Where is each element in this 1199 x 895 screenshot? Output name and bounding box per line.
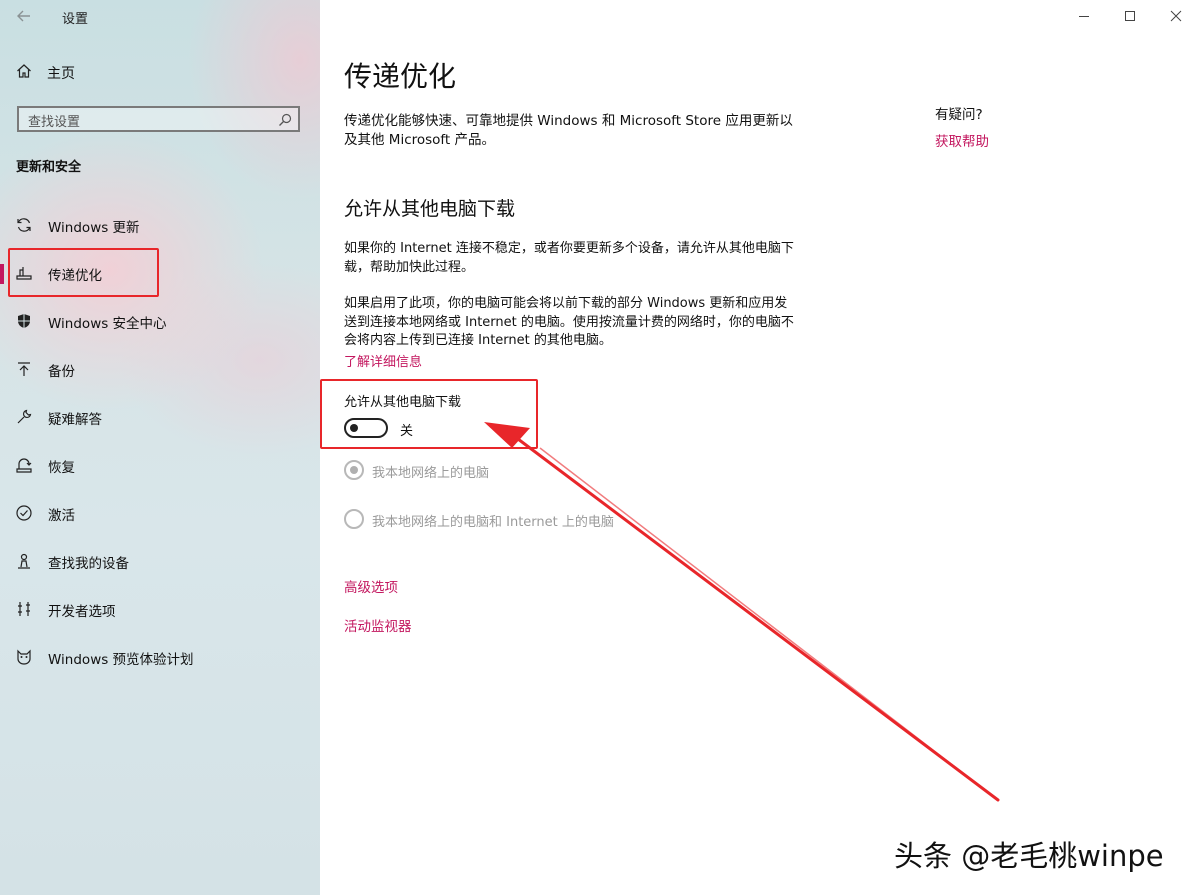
close-button[interactable] [1168,8,1184,24]
wrench-icon [16,409,32,425]
radio-label: 我本地网络上的电脑 [372,466,490,481]
explanation-paragraph-2: 如果启用了此项，你的电脑可能会将以前下载的部分 Windows 更新和应用发送到… [344,296,794,348]
page-description: 传递优化能够快速、可靠地提供 Windows 和 Microsoft Store… [344,113,793,148]
home-icon [16,63,32,83]
radio-local-and-internet[interactable] [344,509,364,529]
minimize-button[interactable] [1076,8,1092,24]
recovery-icon [16,457,32,473]
section-heading: 允许从其他电脑下载 [344,198,516,220]
sidebar-item-find-my-device[interactable]: 查找我的设备 [0,541,320,581]
sidebar-item-developer-options[interactable]: 开发者选项 [0,589,320,629]
advanced-options-link[interactable]: 高级选项 [344,576,398,596]
search-icon[interactable] [278,112,292,131]
home-nav[interactable]: 主页 [16,62,75,84]
sidebar-item-label: Windows 预览体验计划 [48,652,194,668]
maximize-button[interactable] [1122,8,1138,24]
sidebar-item-label: 激活 [48,508,75,524]
explanation-paragraph-1: 如果你的 Internet 连接不稳定，或者你要更新多个设备，请允许从其他电脑下… [344,241,794,275]
section-title: 更新和安全 [16,160,82,175]
sidebar-item-label: 疑难解答 [48,412,102,428]
sidebar-item-recovery[interactable]: 恢复 [0,445,320,485]
sidebar-item-label: 查找我的设备 [48,556,129,572]
app-title: 设置 [62,12,89,27]
radio-label: 我本地网络上的电脑和 Internet 上的电脑 [372,515,614,530]
radio-selected-dot [350,466,358,474]
radio-local-network[interactable] [344,460,364,480]
refresh-icon [16,217,32,233]
home-label: 主页 [47,66,75,82]
get-help-link[interactable]: 获取帮助 [935,130,989,150]
sidebar-item-activation[interactable]: 激活 [0,493,320,533]
sidebar-item-windows-security[interactable]: Windows 安全中心 [0,301,320,341]
person-pin-icon [16,553,32,569]
cat-icon [16,649,32,665]
sidebar-item-label: 备份 [48,364,75,380]
search-input[interactable]: 查找设置 [17,106,300,132]
page-title: 传递优化 [344,60,457,93]
sidebar-item-troubleshoot[interactable]: 疑难解答 [0,397,320,437]
sidebar-item-label: Windows 更新 [48,220,140,236]
help-question: 有疑问? [935,107,983,123]
annotation-highlight-box [8,248,159,297]
shield-icon [16,313,32,329]
developer-icon [16,601,32,617]
sidebar: 设置 主页 查找设置 更新和安全 Windows 更新 传递优化 Windows… [0,0,320,895]
learn-more-link[interactable]: 了解详细信息 [344,351,422,370]
title-bar: 设置 [0,0,320,32]
sidebar-item-label: Windows 安全中心 [48,316,167,332]
sidebar-item-label: 开发者选项 [48,604,116,620]
back-arrow-icon[interactable] [16,8,32,24]
backup-icon [16,361,32,377]
activity-monitor-link[interactable]: 活动监视器 [344,615,412,635]
sidebar-item-windows-update[interactable]: Windows 更新 [0,205,320,245]
sidebar-item-windows-insider[interactable]: Windows 预览体验计划 [0,637,320,677]
watermark: 头条 @老毛桃winpe [894,839,1164,873]
search-placeholder: 查找设置 [28,115,81,130]
annotation-highlight-box [320,379,538,449]
sidebar-item-backup[interactable]: 备份 [0,349,320,389]
sidebar-item-label: 恢复 [48,460,75,476]
check-circle-icon [16,505,32,521]
